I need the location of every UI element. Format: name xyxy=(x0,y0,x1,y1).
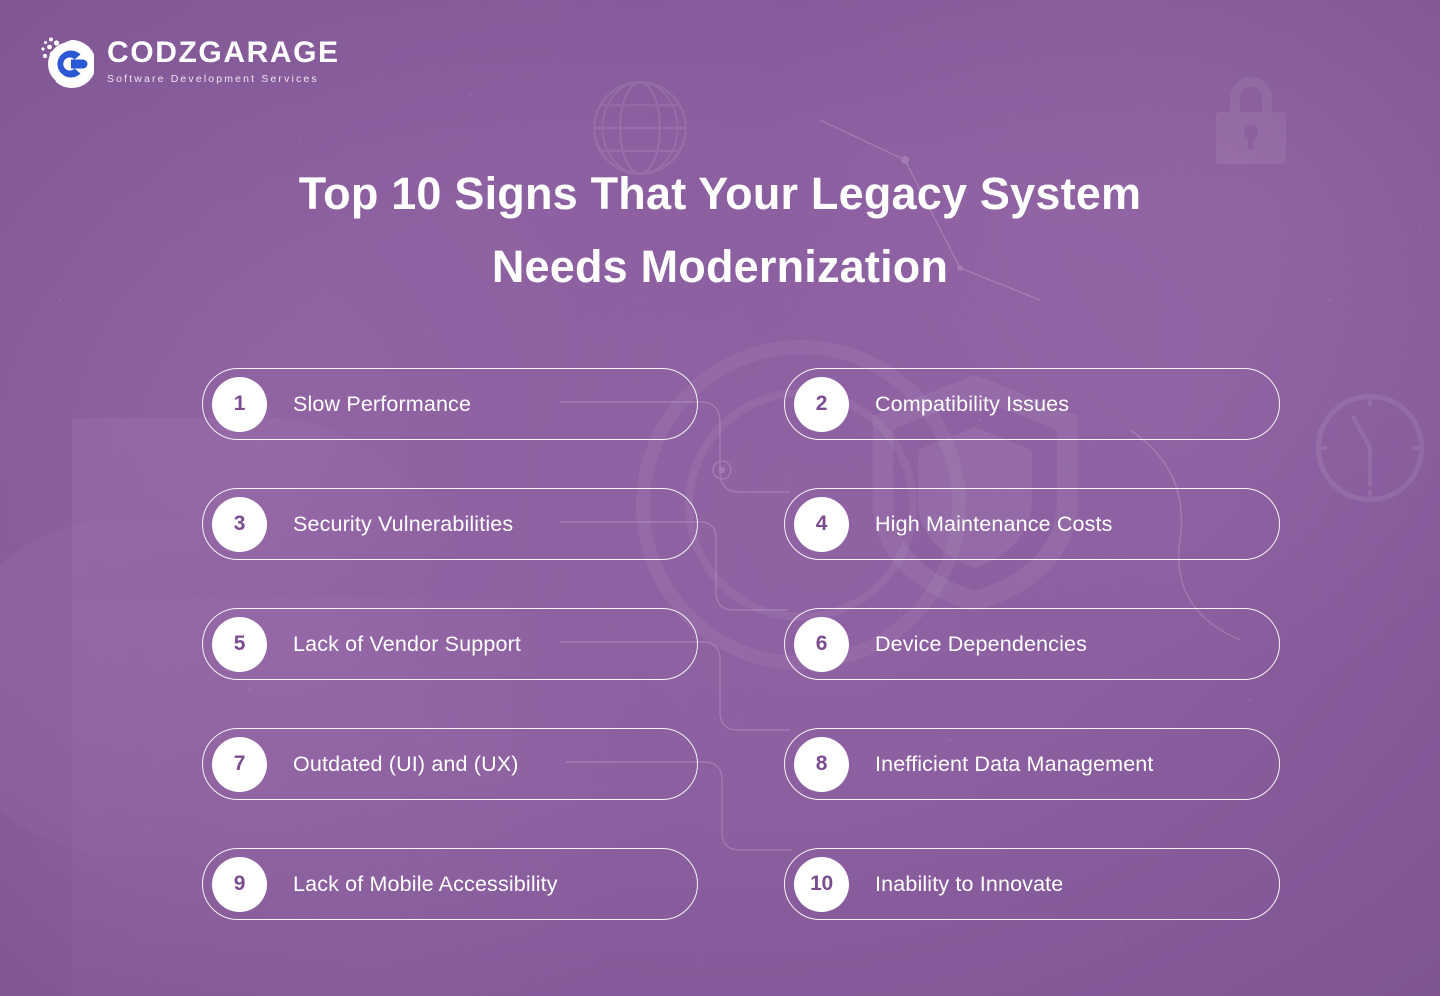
brand-tagline: Software Development Services xyxy=(107,72,319,85)
codzgarage-c-logo-icon xyxy=(38,34,96,90)
sign-number-badge: 9 xyxy=(212,856,267,912)
sign-label: Security Vulnerabilities xyxy=(293,511,514,536)
sign-item-3[interactable]: 3 Security Vulnerabilities xyxy=(202,488,698,560)
brand-name: CODZGARAGE xyxy=(107,35,340,69)
sign-label: Slow Performance xyxy=(293,391,472,416)
sign-number-badge: 6 xyxy=(794,616,849,672)
page-title-line-1: Top 10 Signs That Your Legacy System xyxy=(298,168,1142,219)
sign-label: Outdated (UI) and (UX) xyxy=(293,751,519,776)
sign-item-5[interactable]: 5 Lack of Vendor Support xyxy=(202,608,698,680)
sign-number-badge: 2 xyxy=(794,376,849,432)
sign-number-badge: 5 xyxy=(212,616,267,672)
sign-number-badge: 8 xyxy=(794,736,849,792)
sign-item-8[interactable]: 8 Inefficient Data Management xyxy=(784,728,1280,800)
sign-number-badge: 3 xyxy=(212,496,267,552)
sign-label: High Maintenance Costs xyxy=(875,511,1113,536)
page-title-line-2: Needs Modernization xyxy=(491,240,949,292)
sign-item-6[interactable]: 6 Device Dependencies xyxy=(784,608,1280,680)
sign-label: Lack of Mobile Accessibility xyxy=(293,871,558,896)
sign-item-10[interactable]: 10 Inability to Innovate xyxy=(784,848,1280,920)
page-title: Top 10 Signs That Your Legacy System Nee… xyxy=(0,158,1440,304)
sign-label: Lack of Vendor Support xyxy=(293,631,522,656)
sign-number-badge: 1 xyxy=(212,376,267,432)
sign-number-badge: 7 xyxy=(212,736,267,792)
sign-label: Inefficient Data Management xyxy=(875,751,1154,776)
brand-logo-text: CODZGARAGE Software Development Services xyxy=(107,35,340,87)
sign-item-1[interactable]: 1 Slow Performance xyxy=(202,368,698,440)
sign-item-9[interactable]: 9 Lack of Mobile Accessibility xyxy=(202,848,698,920)
sign-item-4[interactable]: 4 High Maintenance Costs xyxy=(784,488,1280,560)
signs-grid: 1 Slow Performance 2 Compatibility Issue… xyxy=(202,368,1280,920)
sign-number-badge: 4 xyxy=(794,496,849,552)
sign-label: Compatibility Issues xyxy=(875,391,1070,416)
sign-label: Device Dependencies xyxy=(875,631,1088,656)
brand-logo[interactable]: CODZGARAGE Software Development Services xyxy=(38,34,340,90)
sign-label: Inability to Innovate xyxy=(875,871,1064,896)
sign-item-2[interactable]: 2 Compatibility Issues xyxy=(784,368,1280,440)
sign-number-badge: 10 xyxy=(794,856,849,912)
sign-item-7[interactable]: 7 Outdated (UI) and (UX) xyxy=(202,728,698,800)
